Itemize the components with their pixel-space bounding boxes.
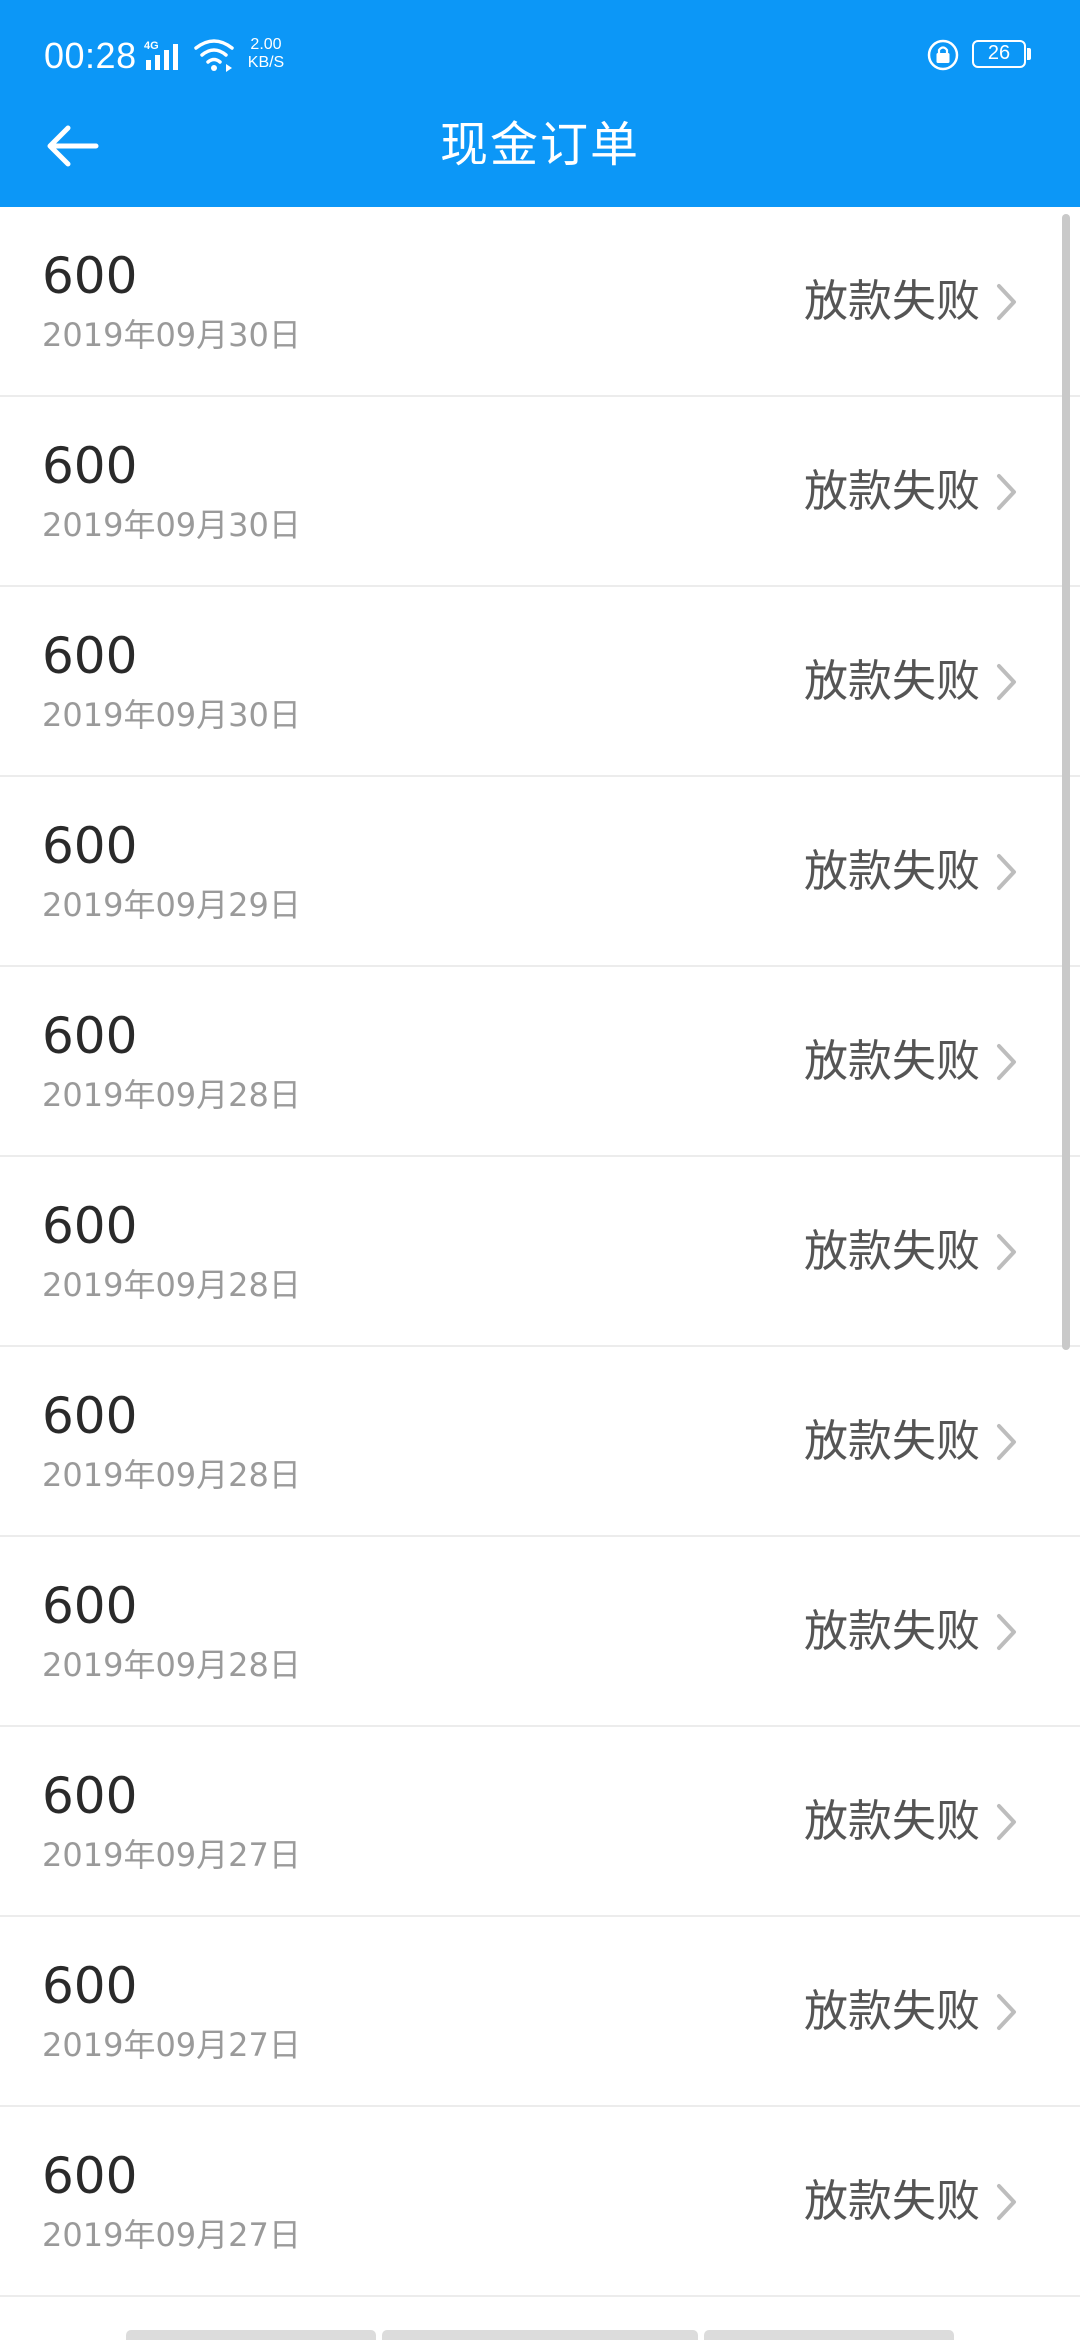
order-amount: 600 [42,2147,138,2205]
order-row[interactable]: 600 2019年09月27日 放款失败 [0,2107,1080,2297]
wifi-icon [194,39,234,72]
order-amount: 600 [42,1767,138,1825]
order-date: 2019年09月28日 [42,1646,301,1684]
order-status: 放款失败 [804,1986,980,2037]
svg-text:4G: 4G [144,40,159,52]
scrollbar[interactable] [1062,214,1070,1350]
chevron-right-icon [997,1804,1016,1840]
order-status: 放款失败 [804,1416,980,1467]
order-list: 600 2019年09月30日 放款失败 600 2019年09月30日 放款失… [0,207,1080,2297]
chevron-right-icon [997,1234,1016,1270]
chevron-right-icon [997,2184,1016,2220]
order-status: 放款失败 [804,276,980,327]
order-amount: 600 [42,627,138,685]
order-status: 放款失败 [804,466,980,517]
battery-level: 26 [987,42,1011,64]
nav-segment-left[interactable] [126,2330,376,2340]
order-date: 2019年09月28日 [42,1266,301,1304]
order-amount: 600 [42,247,138,305]
signal-4g-icon: 4G [144,40,178,70]
order-amount: 600 [42,1387,138,1445]
order-amount: 600 [42,817,138,875]
order-row[interactable]: 600 2019年09月28日 放款失败 [0,1347,1080,1537]
order-date: 2019年09月30日 [42,506,301,544]
order-date: 2019年09月28日 [42,1076,301,1114]
nav-segment-center[interactable] [382,2330,698,2340]
order-row[interactable]: 600 2019年09月28日 放款失败 [0,967,1080,1157]
rotation-lock-icon [927,39,959,71]
order-amount: 600 [42,1957,138,2015]
order-date: 2019年09月30日 [42,696,301,734]
chevron-right-icon [997,1424,1016,1460]
network-speed: 2.00 KB/S [242,36,290,72]
chevron-right-icon [997,854,1016,890]
network-speed-unit: KB/S [247,54,285,71]
order-date: 2019年09月27日 [42,2026,301,2064]
order-amount: 600 [42,437,138,495]
page-title: 现金订单 [439,117,640,173]
order-date: 2019年09月27日 [42,1836,301,1874]
chevron-right-icon [997,1994,1016,2030]
order-status: 放款失败 [804,1226,980,1277]
battery-terminal [1027,48,1031,60]
order-row[interactable]: 600 2019年09月29日 放款失败 [0,777,1080,967]
order-row[interactable]: 600 2019年09月28日 放款失败 [0,1537,1080,1727]
order-status: 放款失败 [804,1606,980,1657]
battery-icon: 26 [972,40,1026,68]
order-date: 2019年09月27日 [42,2216,301,2254]
order-status: 放款失败 [804,846,980,897]
chevron-right-icon [997,474,1016,510]
chevron-right-icon [997,1614,1016,1650]
status-time: 00:28 [44,35,137,76]
order-status: 放款失败 [804,656,980,707]
system-nav-bar [126,2330,954,2340]
order-row[interactable]: 600 2019年09月28日 放款失败 [0,1157,1080,1347]
order-row[interactable]: 600 2019年09月30日 放款失败 [0,207,1080,397]
order-row[interactable]: 600 2019年09月27日 放款失败 [0,1727,1080,1917]
order-status: 放款失败 [804,1036,980,1087]
order-amount: 600 [42,1007,138,1065]
nav-segment-right[interactable] [704,2330,954,2340]
order-date: 2019年09月28日 [42,1456,301,1494]
order-amount: 600 [42,1197,138,1255]
order-row[interactable]: 600 2019年09月30日 放款失败 [0,397,1080,587]
order-date: 2019年09月29日 [42,886,301,924]
chevron-right-icon [997,664,1016,700]
network-speed-value: 2.00 [250,36,282,53]
chevron-right-icon [997,284,1016,320]
order-status: 放款失败 [804,2176,980,2227]
chevron-right-icon [997,1044,1016,1080]
order-status: 放款失败 [804,1796,980,1847]
status-bar: 00:28 4G 2.00 KB/S 26 [0,0,1080,110]
app-header: 00:28 4G 2.00 KB/S 26 现金订单 [0,0,1080,207]
order-row[interactable]: 600 2019年09月30日 放款失败 [0,587,1080,777]
order-row[interactable]: 600 2019年09月27日 放款失败 [0,1917,1080,2107]
order-date: 2019年09月30日 [42,316,301,354]
order-amount: 600 [42,1577,138,1635]
